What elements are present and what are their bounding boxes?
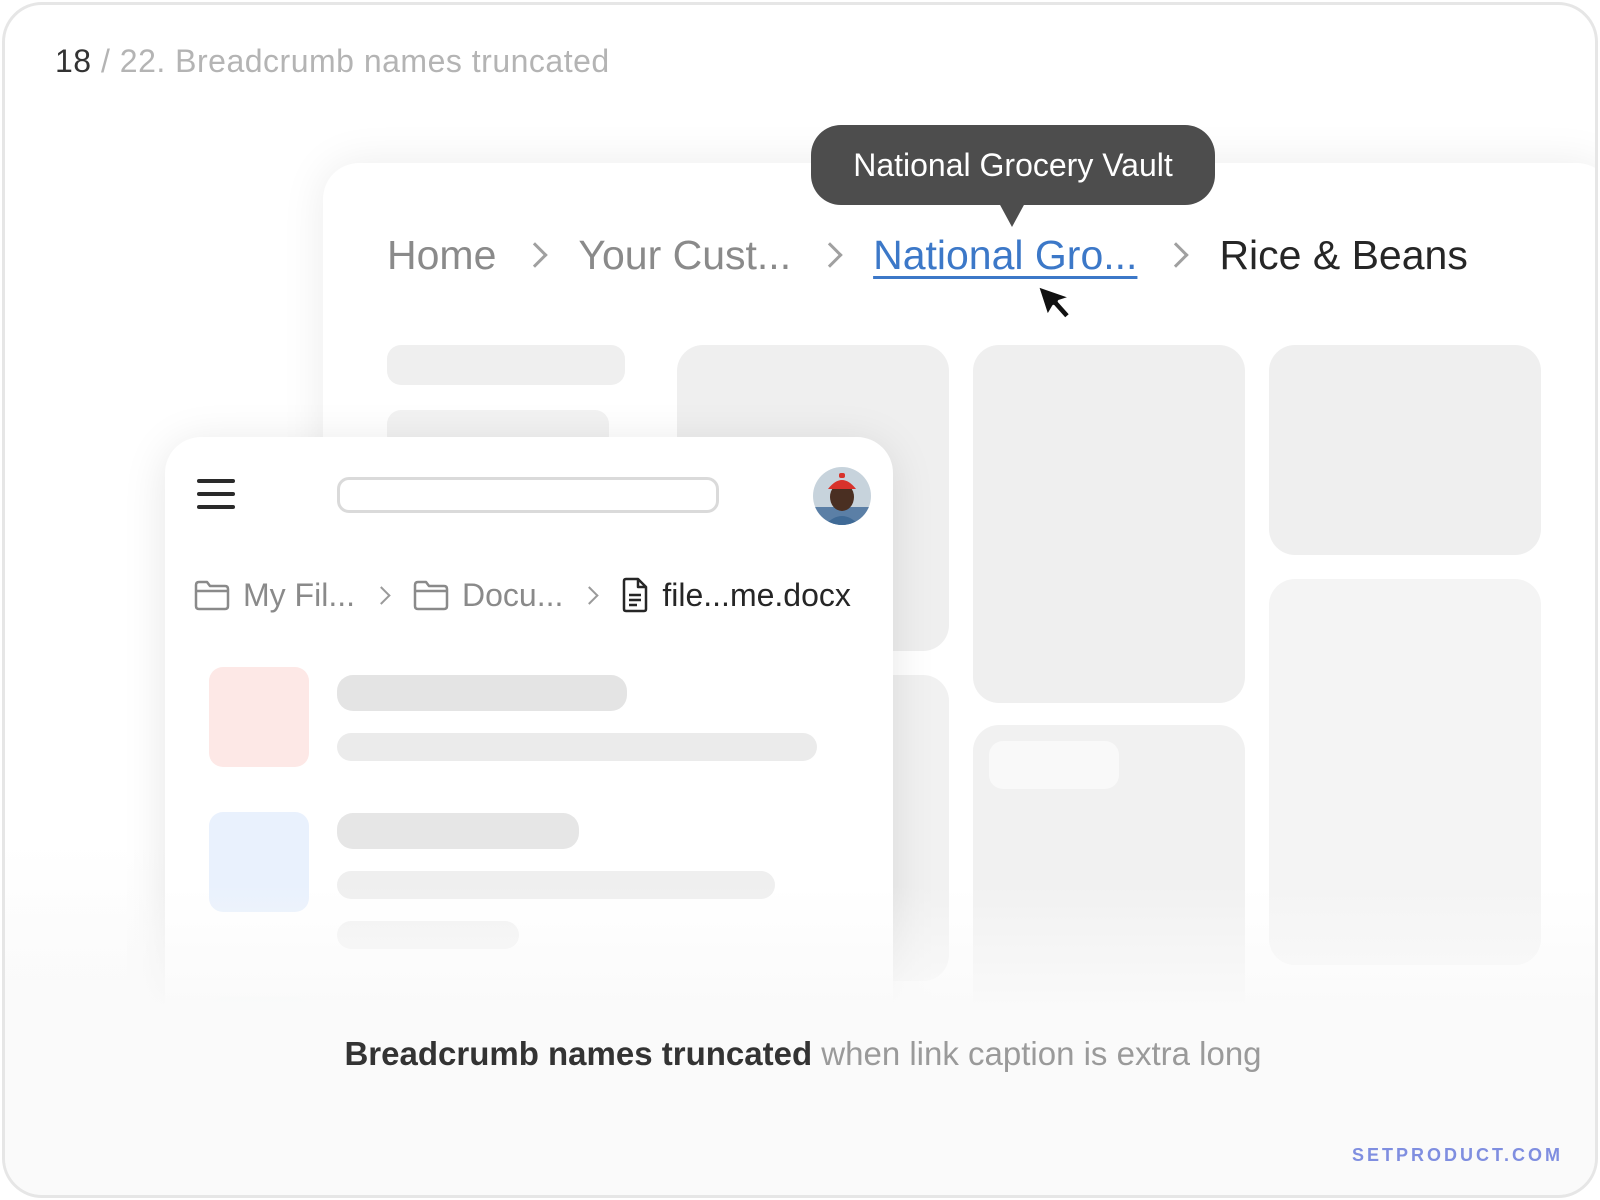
breadcrumb-current-file: file...me.docx xyxy=(662,576,851,613)
caption: Breadcrumb names truncated when link cap… xyxy=(5,1035,1595,1073)
caption-rest: when link caption is extra long xyxy=(812,1035,1262,1072)
breadcrumb-tooltip: National Grocery Vault xyxy=(811,125,1215,227)
cursor-arrow-icon xyxy=(1039,283,1074,321)
page-title: / 22. Breadcrumb names truncated xyxy=(100,43,610,79)
skeleton-line xyxy=(337,733,817,761)
chevron-right-icon xyxy=(1163,242,1190,268)
skeleton-chip xyxy=(989,741,1119,789)
slide-frame: 18 / 22. Breadcrumb names truncated Home… xyxy=(2,2,1598,1198)
hamburger-menu-icon[interactable] xyxy=(197,479,235,509)
page-number: 18 / 22. Breadcrumb names truncated xyxy=(55,43,610,80)
breadcrumb-your-customers[interactable]: Your Cust... xyxy=(578,232,791,279)
chevron-right-icon xyxy=(580,585,600,605)
search-input[interactable] xyxy=(337,477,719,513)
breadcrumb-my-files[interactable]: My Fil... xyxy=(243,577,355,614)
list-item-thumbnail xyxy=(209,667,309,767)
breadcrumb-national-grocery[interactable]: National Gro... xyxy=(873,232,1137,279)
brand-link[interactable]: SETPRODUCT.COM xyxy=(1352,1145,1563,1166)
chevron-right-icon xyxy=(372,585,391,605)
page-current: 18 xyxy=(55,43,92,79)
document-icon xyxy=(623,577,648,613)
folder-icon xyxy=(194,580,230,611)
breadcrumb-home[interactable]: Home xyxy=(387,232,496,279)
caption-strong: Breadcrumb names truncated xyxy=(344,1035,813,1072)
folder-icon xyxy=(413,580,449,611)
desktop-breadcrumb: Home Your Cust... National Gro... Rice &… xyxy=(387,225,1468,285)
skeleton-line xyxy=(337,675,627,711)
mobile-breadcrumb: My Fil... Docu... file...me.docx xyxy=(193,573,851,617)
skeleton-card-3 xyxy=(1269,345,1541,555)
breadcrumb-documents[interactable]: Docu... xyxy=(462,577,563,614)
chevron-right-icon xyxy=(817,242,843,268)
avatar[interactable] xyxy=(813,467,871,525)
avatar-image xyxy=(813,467,871,525)
skeleton-line xyxy=(337,813,579,849)
bottom-fade xyxy=(5,885,1595,1025)
chevron-right-icon xyxy=(522,242,549,268)
breadcrumb-current-rice-beans: Rice & Beans xyxy=(1219,231,1468,278)
skeleton-card-2 xyxy=(973,345,1245,703)
skeleton-sidebar-line-1 xyxy=(387,345,625,385)
